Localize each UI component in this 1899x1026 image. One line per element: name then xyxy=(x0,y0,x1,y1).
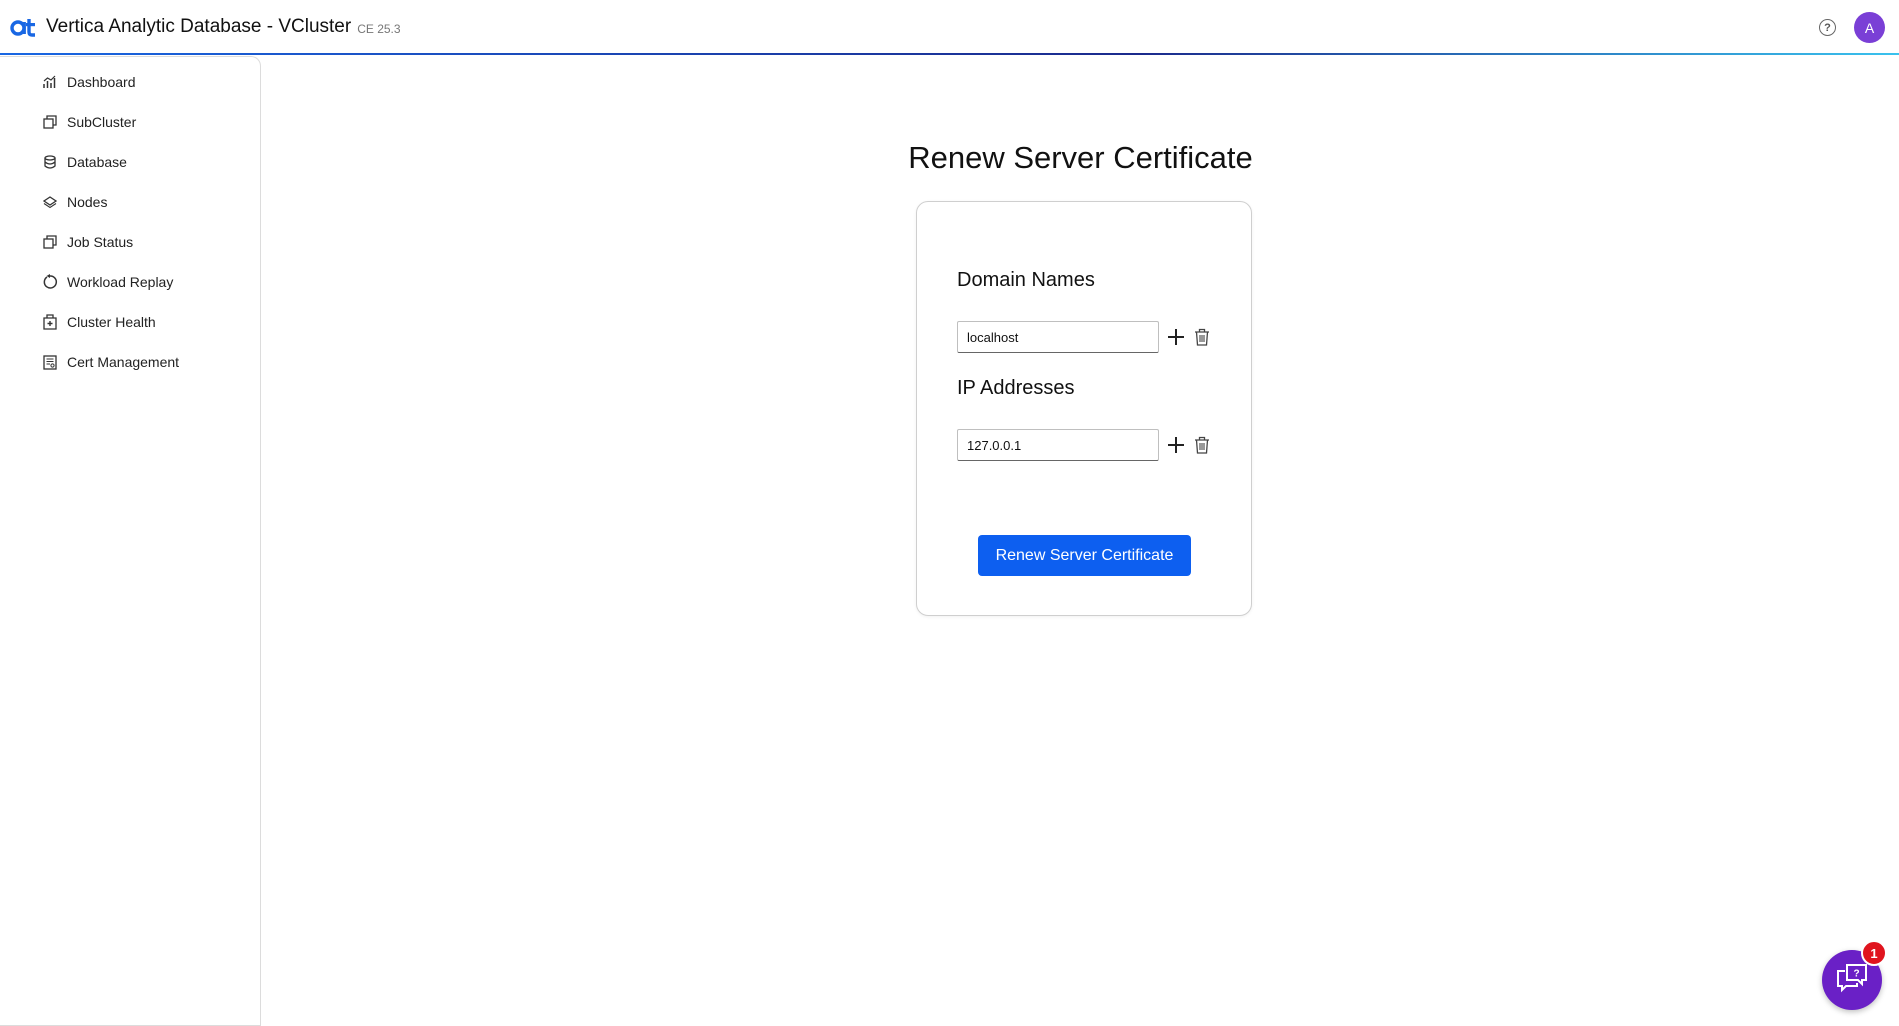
help-icon[interactable]: ? xyxy=(1819,19,1836,36)
notification-badge: 1 xyxy=(1861,940,1887,966)
renew-certificate-card: Domain Names IP Addresses Renew Server C… xyxy=(916,201,1252,616)
sidebar-item-nodes[interactable]: Nodes xyxy=(0,182,260,222)
copy-icon xyxy=(42,114,58,130)
chat-question-icon: ? xyxy=(1835,962,1869,999)
sidebar-item-job-status[interactable]: Job Status xyxy=(0,222,260,262)
chart-icon xyxy=(42,74,58,90)
copy-icon xyxy=(42,234,58,250)
sidebar-item-label: SubCluster xyxy=(67,114,137,130)
sidebar-item-label: Nodes xyxy=(67,194,108,210)
add-ip-plus-icon[interactable] xyxy=(1164,433,1188,457)
replay-icon xyxy=(42,274,58,290)
sidebar-item-label: Database xyxy=(67,154,127,170)
vertica-logo-icon[interactable] xyxy=(10,14,36,40)
layers-icon xyxy=(42,194,58,210)
domain-name-input[interactable] xyxy=(957,321,1159,353)
delete-ip-trash-icon[interactable] xyxy=(1190,433,1214,457)
sidebar-item-label: Dashboard xyxy=(67,74,136,90)
database-icon xyxy=(42,154,58,170)
sidebar: Dashboard SubCluster Database Nodes Job … xyxy=(0,56,261,1026)
sidebar-item-workload-replay[interactable]: Workload Replay xyxy=(0,262,260,302)
sidebar-item-label: Cluster Health xyxy=(67,314,156,330)
main-content: Renew Server Certificate Domain Names IP… xyxy=(262,56,1899,1026)
app-title: Vertica Analytic Database - VCluster xyxy=(46,16,352,37)
sidebar-item-cert-management[interactable]: Cert Management xyxy=(0,342,260,382)
ip-address-input[interactable] xyxy=(957,429,1159,461)
domain-name-row xyxy=(957,321,1214,353)
top-header: Vertica Analytic Database - VCluster CE … xyxy=(0,0,1899,54)
page-title: Renew Server Certificate xyxy=(908,140,1253,175)
sidebar-item-subcluster[interactable]: SubCluster xyxy=(0,102,260,142)
sidebar-item-label: Job Status xyxy=(67,234,134,250)
header-divider xyxy=(0,53,1899,55)
add-domain-plus-icon[interactable] xyxy=(1164,325,1188,349)
ip-addresses-title: IP Addresses xyxy=(957,377,1075,399)
sidebar-item-label: Cert Management xyxy=(67,354,180,370)
user-avatar[interactable]: A xyxy=(1854,12,1885,43)
certificate-icon xyxy=(42,354,58,370)
sidebar-item-dashboard[interactable]: Dashboard xyxy=(0,62,260,102)
ip-address-row xyxy=(957,429,1214,461)
app-version: CE 25.3 xyxy=(357,22,401,36)
sidebar-item-cluster-health[interactable]: Cluster Health xyxy=(0,302,260,342)
sidebar-item-label: Workload Replay xyxy=(67,274,174,290)
health-icon xyxy=(42,314,58,330)
sidebar-item-database[interactable]: Database xyxy=(0,142,260,182)
svg-text:?: ? xyxy=(1853,968,1859,979)
domain-names-title: Domain Names xyxy=(957,269,1095,291)
delete-domain-trash-icon[interactable] xyxy=(1190,325,1214,349)
renew-server-certificate-button[interactable]: Renew Server Certificate xyxy=(978,535,1191,576)
